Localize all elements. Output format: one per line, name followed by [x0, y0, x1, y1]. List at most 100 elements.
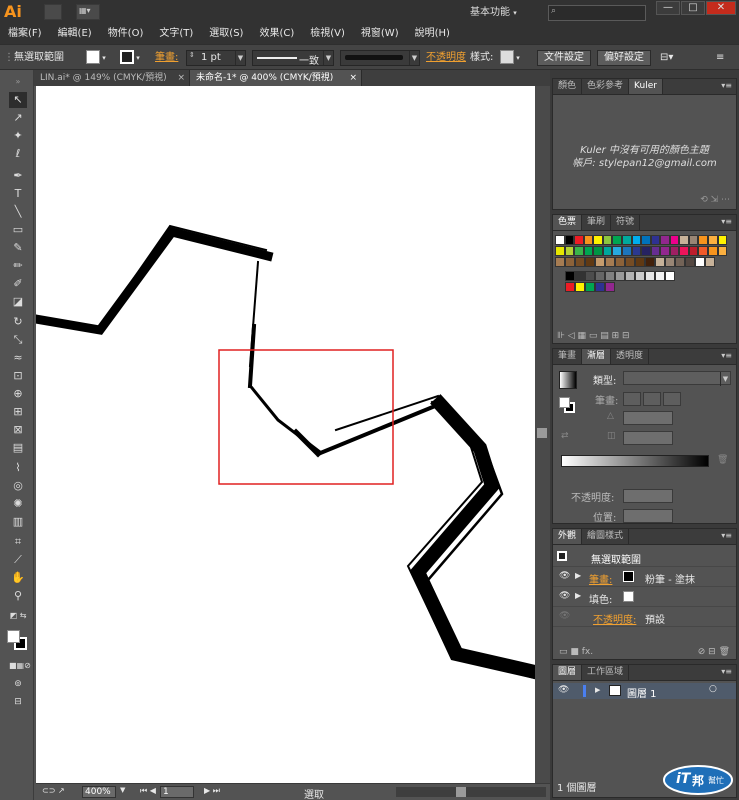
draw-mode-icon[interactable]: ⊚: [9, 676, 27, 692]
close-icon[interactable]: ×: [349, 70, 357, 86]
color-swatch[interactable]: [660, 246, 670, 256]
arrange-documents-button[interactable]: ▦▾: [76, 4, 100, 20]
color-swatch[interactable]: [585, 257, 595, 267]
panel-menu-icon[interactable]: ▾≡: [721, 81, 732, 90]
color-swatch[interactable]: [685, 257, 695, 267]
slice-tool-icon[interactable]: ⟋: [9, 552, 27, 568]
first-artboard-icon[interactable]: ⏮ ◀: [140, 786, 156, 796]
tab-color-guide[interactable]: 色彩參考: [582, 79, 630, 94]
minimize-button[interactable]: —: [656, 1, 680, 15]
color-swatch[interactable]: [655, 257, 665, 267]
tab-lin-ai[interactable]: LIN.ai* @ 149% (CMYK/預視) ×: [34, 70, 190, 86]
color-swatch[interactable]: [641, 235, 651, 245]
tab-graphic-styles[interactable]: 繪圖樣式: [582, 529, 630, 544]
color-swatch[interactable]: [675, 257, 685, 267]
layer-name[interactable]: 圖層 1: [627, 685, 657, 700]
color-swatch[interactable]: [595, 257, 605, 267]
color-swatch[interactable]: [605, 271, 615, 281]
color-swatch[interactable]: [705, 257, 715, 267]
color-swatch[interactable]: [695, 257, 705, 267]
color-swatch[interactable]: [660, 235, 670, 245]
color-swatch[interactable]: [631, 246, 642, 256]
scale-tool-icon[interactable]: ⤡: [9, 332, 27, 348]
gradient-tool-icon[interactable]: ▤: [9, 440, 27, 456]
screen-mode-icon[interactable]: ⊟: [9, 694, 27, 710]
help-search-input[interactable]: ⌕: [548, 5, 646, 21]
panel-menu-icon[interactable]: ≡: [716, 50, 724, 66]
color-swatch[interactable]: [650, 246, 661, 256]
arrange-icon[interactable]: ⊟▾: [660, 50, 673, 66]
color-swatch[interactable]: [555, 246, 565, 256]
brush-definition[interactable]: ▼: [340, 50, 420, 66]
blob-brush-tool-icon[interactable]: ✐: [9, 276, 27, 292]
rectangle-tool-icon[interactable]: ▭: [9, 222, 27, 238]
stroke-label[interactable]: 筆畫:: [155, 50, 178, 66]
color-swatch[interactable]: [602, 235, 613, 245]
menu-effect[interactable]: 效果(C): [251, 25, 302, 43]
tab-color[interactable]: 顏色: [553, 79, 583, 94]
type-tool-icon[interactable]: T: [9, 186, 27, 202]
panel-menu-icon[interactable]: ▾≡: [721, 667, 732, 676]
color-mode-icons[interactable]: ■▦⊘: [9, 658, 31, 674]
aspect-ratio-input[interactable]: [623, 431, 673, 445]
reverse-gradient-icon[interactable]: ⇄: [561, 431, 569, 441]
color-swatch[interactable]: [585, 271, 595, 281]
color-swatch[interactable]: [665, 271, 675, 281]
color-swatch[interactable]: [621, 246, 632, 256]
color-swatch[interactable]: [583, 246, 594, 256]
close-window-button[interactable]: ✕: [706, 1, 736, 15]
color-swatch[interactable]: [717, 246, 728, 256]
color-swatch[interactable]: [665, 257, 675, 267]
color-swatch[interactable]: [688, 246, 699, 256]
tab-layers[interactable]: 圖層: [553, 665, 583, 680]
lasso-tool-icon[interactable]: ℓ: [9, 146, 27, 162]
gradient-type-select[interactable]: ▼: [623, 371, 731, 386]
tab-appearance[interactable]: 外觀: [553, 529, 583, 544]
gradient-opacity-input[interactable]: [623, 489, 673, 503]
color-swatch[interactable]: [625, 257, 635, 267]
graphic-style-swatch[interactable]: ▾: [500, 50, 520, 66]
appearance-opacity-label[interactable]: 不透明度:: [593, 611, 636, 626]
gradient-slider[interactable]: [561, 455, 709, 467]
kuler-footer-icons[interactable]: ⟲ ⇲ ⋯: [700, 195, 730, 205]
symbol-sprayer-tool-icon[interactable]: ✺: [9, 496, 27, 512]
menu-view[interactable]: 檢視(V): [302, 25, 353, 43]
workspace-switcher[interactable]: 基本功能 ▾: [470, 4, 542, 21]
color-swatch[interactable]: [717, 235, 728, 245]
color-swatch[interactable]: [595, 282, 605, 292]
tab-kuler[interactable]: Kuler: [629, 79, 663, 94]
color-swatch[interactable]: [565, 257, 575, 267]
swatch-footer-icons[interactable]: ⊪ ◁ ▦ ▭ ▤ ⊞ ⊟: [557, 331, 630, 341]
stroke-swatch[interactable]: ▾: [120, 50, 140, 66]
opacity-label[interactable]: 不透明度: [426, 50, 466, 66]
gradient-position-input[interactable]: [623, 509, 673, 523]
expand-arrow-icon[interactable]: ▶: [575, 571, 581, 580]
eye-icon[interactable]: 👁: [558, 685, 569, 695]
menu-select[interactable]: 選取(S): [201, 25, 251, 43]
color-swatch[interactable]: [679, 246, 689, 256]
angle-input[interactable]: [623, 411, 673, 425]
tab-gradient[interactable]: 漸層: [582, 349, 612, 364]
appearance-footer-icons[interactable]: ▭ ■ fx.: [559, 647, 593, 657]
color-swatch[interactable]: [708, 246, 718, 256]
default-colors-icon[interactable]: ◩ ⇆: [9, 608, 27, 624]
mesh-tool-icon[interactable]: ⊠: [9, 422, 27, 438]
color-swatch[interactable]: [605, 282, 615, 292]
hand-tool-icon[interactable]: ✋: [9, 570, 27, 586]
line-tool-icon[interactable]: ╲: [9, 204, 27, 220]
magic-wand-tool-icon[interactable]: ✦: [9, 128, 27, 144]
column-graph-tool-icon[interactable]: ▥: [9, 514, 27, 530]
fill-box[interactable]: [559, 397, 570, 408]
appearance-stroke-row[interactable]: 👁 ▶ 筆畫: 粉筆 - 塗抹: [553, 567, 736, 587]
scroll-thumb[interactable]: [537, 428, 547, 438]
color-swatch[interactable]: [565, 271, 575, 281]
color-swatch[interactable]: [555, 235, 565, 245]
selection-tool-icon[interactable]: ↖: [9, 92, 27, 108]
color-swatch[interactable]: [669, 246, 680, 256]
tab-untitled-1[interactable]: 未命名-1* @ 400% (CMYK/預視) ×: [190, 70, 362, 86]
expand-arrow-icon[interactable]: ▶: [575, 591, 581, 600]
appearance-footer-right-icons[interactable]: ⊘ ⊟ 🗑: [698, 647, 730, 657]
color-swatch[interactable]: [625, 271, 635, 281]
color-swatch[interactable]: [575, 271, 585, 281]
fx-label[interactable]: fx.: [582, 647, 593, 657]
